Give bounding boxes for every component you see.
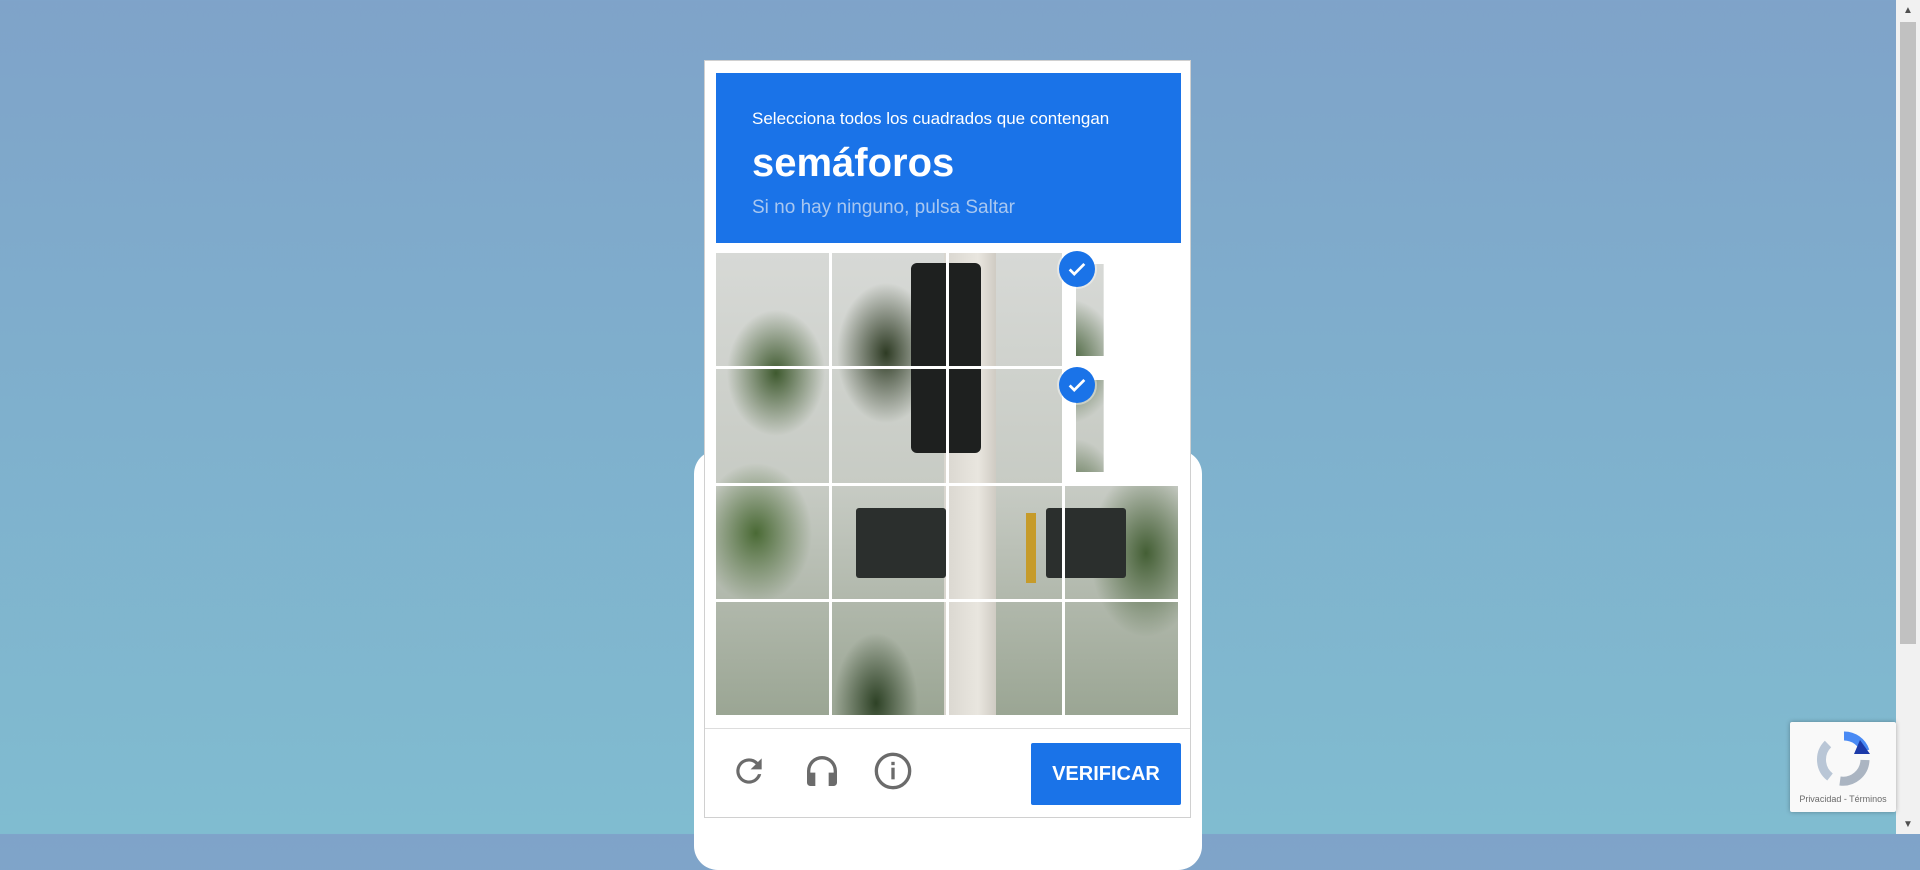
recaptcha-challenge: Selecciona todos los cuadrados que conte… [704,60,1191,818]
image-tile[interactable] [948,485,1062,599]
tile-image [832,485,946,599]
tile-image [832,601,946,715]
scene-signal [911,369,946,453]
scene-housing2 [1046,508,1062,578]
tile-image [716,253,830,367]
reload-icon [730,752,768,795]
tile-image [1064,601,1178,715]
image-tile[interactable] [716,253,830,367]
info-button[interactable] [871,751,915,795]
image-tile[interactable] [716,369,830,483]
image-tile[interactable] [1064,601,1178,715]
tile-image [1064,485,1178,599]
reload-button[interactable] [727,751,771,795]
scroll-down-arrow-icon[interactable]: ▼ [1896,814,1920,834]
tile-image [716,369,830,483]
info-icon [873,751,913,796]
image-tile[interactable] [832,601,946,715]
headphones-icon [802,751,842,796]
scroll-up-arrow-icon[interactable]: ▲ [1896,0,1920,20]
image-tile[interactable] [1064,485,1178,599]
scene-amber [1026,513,1036,583]
page-scrollbar[interactable]: ▲ ▼ [1896,0,1920,834]
image-tile[interactable] [832,485,946,599]
scene-signal [948,263,981,367]
image-tile[interactable] [948,601,1062,715]
tile-image [948,253,1062,367]
tile-image [832,253,946,367]
recaptcha-links[interactable]: Privacidad - Términos [1790,794,1896,804]
challenge-instruction: Selecciona todos los cuadrados que conte… [752,109,1110,128]
recaptcha-logo-icon [1816,730,1872,795]
scroll-thumb[interactable] [1900,22,1916,644]
challenge-header: Selecciona todos los cuadrados que conte… [716,73,1181,243]
scene-signal [911,263,946,367]
audio-challenge-button[interactable] [800,751,844,795]
scene-signal [948,369,981,453]
challenge-target: semáforos [752,141,955,185]
image-tile[interactable] [948,369,1062,483]
tile-image [948,369,1062,483]
image-grid [716,251,1181,718]
tile-image [716,601,830,715]
tile-image [716,485,830,599]
challenge-hint: Si no hay ninguno, pulsa Saltar [752,197,1016,218]
challenge-footer: VERIFICAR [705,729,1190,817]
verify-button[interactable]: VERIFICAR [1031,743,1181,805]
image-tile[interactable] [716,485,830,599]
checkmark-icon [1058,251,1095,287]
tile-image [948,601,1062,715]
image-tile[interactable] [716,601,830,715]
checkmark-icon [1058,367,1095,404]
tile-image [948,485,1062,599]
image-tile[interactable] [832,369,946,483]
image-tile[interactable] [832,253,946,367]
scene-housing1 [856,508,946,578]
tile-image [832,369,946,483]
scene-housing2 [1064,508,1126,578]
image-tile[interactable] [948,253,1062,367]
recaptcha-badge[interactable]: Privacidad - Términos [1790,722,1896,812]
